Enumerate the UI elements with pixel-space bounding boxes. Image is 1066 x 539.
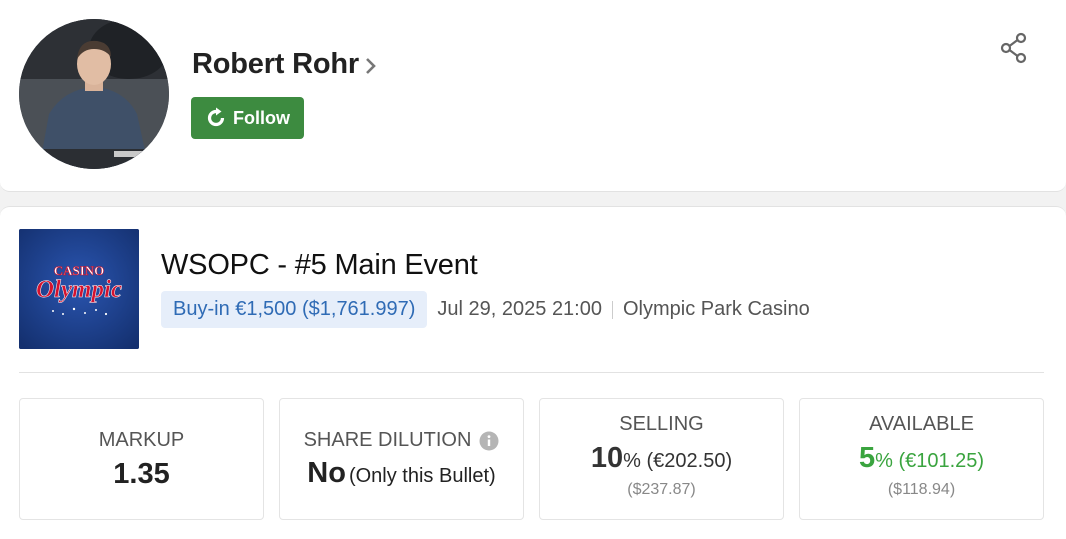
follow-label: Follow (233, 107, 290, 128)
selling-value-row: 10% (€202.50) (540, 442, 783, 475)
available-amount: (€101.25) (898, 450, 985, 472)
markup-value: 1.35 (113, 458, 170, 490)
avatar-photo (19, 19, 169, 169)
event-date: Jul 29, 2025 21:00 (437, 298, 602, 320)
available-percent-sign: % (875, 450, 893, 472)
share-button[interactable] (998, 31, 1030, 65)
selling-label: SELLING (619, 413, 704, 435)
selling-percent-sign: % (623, 450, 641, 472)
player-name-link[interactable]: Robert Rohr (192, 48, 377, 81)
share-icon (1000, 32, 1027, 64)
event-venue[interactable]: Olympic Park Casino (623, 298, 810, 321)
share-dilution-label: SHARE DILUTION (303, 429, 472, 451)
selling-percent: 10 (590, 442, 624, 474)
available-value-row: 5% (€101.25) (800, 442, 1043, 475)
share-dilution-note: (Only this Bullet) (348, 465, 496, 487)
available-label: AVAILABLE (869, 413, 974, 435)
selling-amount: (€202.50) (646, 450, 733, 472)
event-card: CASINO Olympic WSOPC - #5 Main Event Buy… (0, 206, 1066, 539)
profile-card: Robert Rohr Follow (0, 0, 1066, 192)
markup-stat: MARKUP 1.35 (19, 398, 264, 520)
available-usd: ($118.94) (887, 481, 956, 498)
markup-label: MARKUP (98, 429, 185, 451)
share-dilution-stat: SHARE DILUTION No (Only this Bullet) (279, 398, 524, 520)
logo-text-olympic: Olympic (36, 276, 122, 303)
available-stat: AVAILABLE 5% (€101.25) ($118.94) (799, 398, 1044, 520)
event-meta: Buy-in €1,500 ($1,761.997) Jul 29, 2025 … (161, 291, 810, 328)
follow-button[interactable]: Follow (191, 97, 304, 139)
event-title: WSOPC - #5 Main Event (161, 249, 478, 281)
follow-refresh-icon (207, 107, 225, 127)
share-dilution-value: No (307, 457, 346, 489)
buyin-badge: Buy-in €1,500 ($1,761.997) (161, 291, 428, 328)
selling-usd: ($237.87) (627, 481, 696, 498)
section-divider (19, 372, 1044, 373)
share-dilution-label-row: SHARE DILUTION (280, 429, 523, 452)
share-dilution-value-row: No (Only this Bullet) (280, 457, 523, 490)
casino-olympic-logo: CASINO Olympic (19, 229, 139, 349)
available-percent: 5 (858, 442, 876, 474)
avatar[interactable] (19, 19, 169, 169)
chevron-right-icon (365, 57, 377, 75)
player-name: Robert Rohr (192, 48, 359, 80)
event-logo[interactable]: CASINO Olympic (19, 229, 139, 349)
meta-divider (612, 300, 613, 319)
info-icon[interactable] (479, 431, 499, 451)
selling-stat: SELLING 10% (€202.50) ($237.87) (539, 398, 784, 520)
